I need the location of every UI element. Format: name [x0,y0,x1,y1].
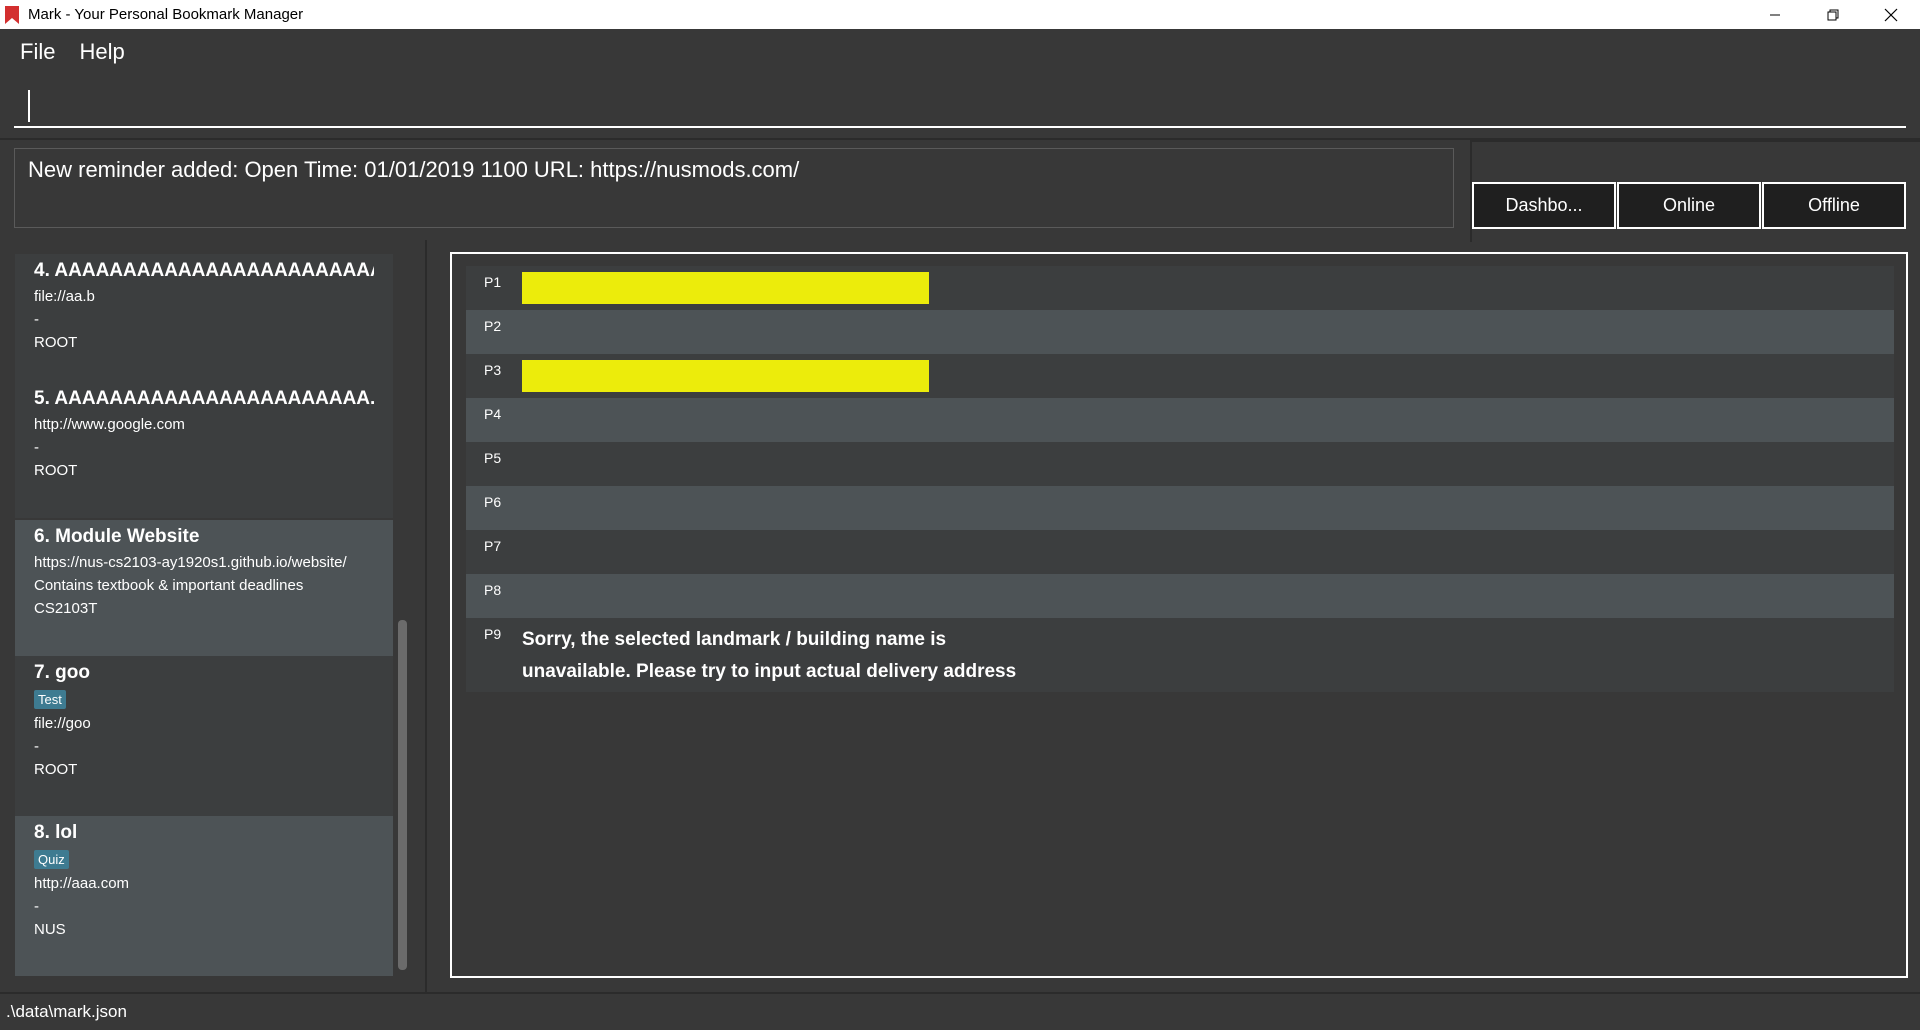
schedule-row: P4 [466,398,1894,442]
schedule-row: P6 [466,486,1894,530]
bookmark-url: http://www.google.com [34,416,185,433]
bookmark-card[interactable]: 4. AAAAAAAAAAAAAAAAAAAAAAAA file://aa.b … [15,254,393,382]
bookmark-url: file://aa.b [34,288,95,305]
status-bar: .\data\mark.json [0,992,1920,1030]
bookmark-list-panel: 4. AAAAAAAAAAAAAAAAAAAAAAAA file://aa.b … [0,240,427,992]
command-input[interactable] [14,84,1906,128]
bookmark-title: 4. AAAAAAAAAAAAAAAAAAAAAAAA [34,260,374,281]
schedule-row: P7 [466,530,1894,574]
row-label: P5 [484,450,502,466]
row-label: P7 [484,538,502,554]
schedule-row: P8 [466,574,1894,618]
bookmark-card[interactable]: 8. lol Quiz http://aaa.com - NUS [15,816,393,976]
menu-file[interactable]: File [20,39,55,65]
tag-badge: Test [34,690,66,709]
bookmark-title: 7. goo [34,662,90,683]
schedule-row: P5 [466,442,1894,486]
progress-bar [522,360,929,392]
bookmark-folder: ROOT [34,462,78,479]
title-bar: Mark - Your Personal Bookmark Manager [0,0,1920,29]
bookmark-folder: ROOT [34,334,78,351]
bookmark-url: http://aaa.com [34,875,130,892]
error-message-line: unavailable. Please try to input actual … [522,661,1017,682]
row-label: P3 [484,362,502,378]
bookmark-card[interactable]: 6. Module Website https://nus-cs2103-ay1… [15,520,393,656]
tab-dashboard[interactable]: Dashbo... [1472,182,1616,229]
bookmark-title: 5. AAAAAAAAAAAAAAAAAAAAAAA... [34,388,374,409]
error-message-line: Sorry, the selected landmark / building … [522,629,947,650]
bookmark-remark: - [34,738,39,755]
bookmark-folder: CS2103T [34,600,98,617]
list-scrollbar[interactable] [398,620,407,970]
row-label: P6 [484,494,502,510]
menu-help[interactable]: Help [79,39,124,65]
command-box [0,74,1920,138]
menu-bar: File Help [0,29,1920,74]
minimize-icon [1770,14,1780,15]
row-label: P1 [484,274,502,290]
schedule-row: P9 Sorry, the selected landmark / buildi… [466,618,1894,692]
restore-icon [1827,9,1839,20]
bookmark-url: file://goo [34,715,91,732]
tag-badge: Quiz [34,850,69,869]
close-icon [1884,8,1898,21]
close-button[interactable] [1862,0,1920,29]
bookmark-folder: NUS [34,921,66,938]
bookmark-remark: - [34,898,39,915]
file-path: .\data\mark.json [6,1002,127,1021]
bookmark-app-icon [5,5,19,24]
bookmark-card[interactable]: 5. AAAAAAAAAAAAAAAAAAAAAAA... http://www… [15,382,393,518]
bookmark-remark: Contains textbook & important deadlines [34,577,304,594]
schedule-row: P2 [466,310,1894,354]
tab-offline[interactable]: Offline [1762,182,1906,229]
dashboard-panel: P1 P2 P3 P4 P5 P6 P7 P8 P9 Sorry, the se… [450,252,1908,978]
row-label: P2 [484,318,502,334]
bookmark-folder: ROOT [34,761,78,778]
schedule-row: P1 [466,266,1894,310]
restore-button[interactable] [1804,0,1862,29]
bookmark-remark: - [34,311,39,328]
bookmark-title: 6. Module Website [34,526,200,547]
progress-bar [522,272,929,304]
text-caret [28,90,30,122]
window-title: Mark - Your Personal Bookmark Manager [28,6,304,23]
result-text: New reminder added: Open Time: 01/01/201… [28,157,800,182]
bookmark-url: https://nus-cs2103-ay1920s1.github.io/we… [34,554,347,571]
tab-online[interactable]: Online [1617,182,1761,229]
row-label: P9 [484,626,502,642]
bookmark-remark: - [34,439,39,456]
row-label: P4 [484,406,502,422]
schedule-row: P3 [466,354,1894,398]
minimize-button[interactable] [1746,0,1804,29]
error-message: Sorry, the selected landmark / building … [522,624,1016,688]
bookmark-title: 8. lol [34,822,78,843]
row-label: P8 [484,582,502,598]
bookmark-card[interactable]: 7. goo Test file://goo - ROOT [15,656,393,816]
result-display: New reminder added: Open Time: 01/01/201… [14,148,1454,228]
